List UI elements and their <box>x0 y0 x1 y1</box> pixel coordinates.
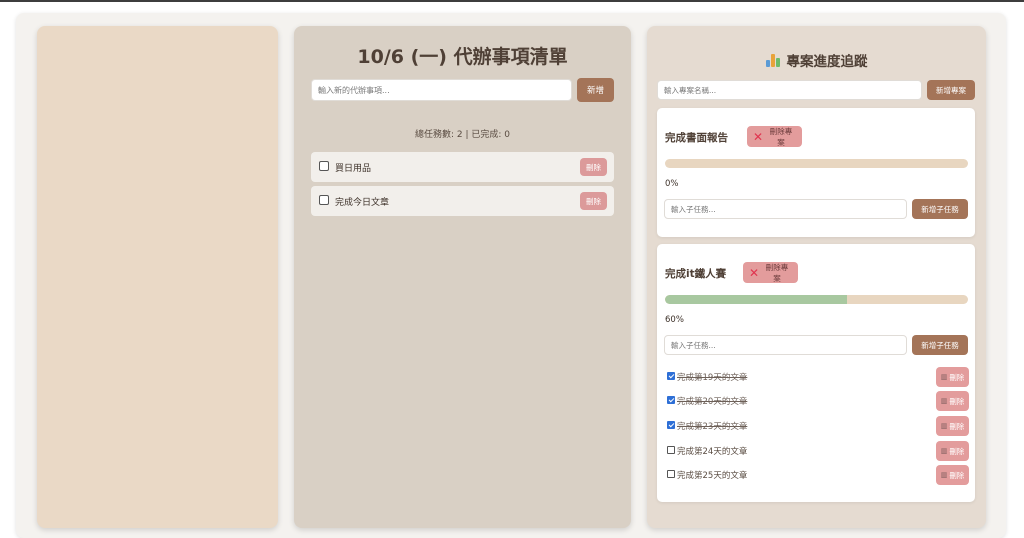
todo-item: 完成今日文章 刪除 <box>311 186 614 216</box>
trash-icon: ▥ <box>940 422 948 430</box>
delete-subtask-label: 刪除 <box>949 470 965 480</box>
todo-title: 10/6 (一) 代辦事項清單 <box>357 46 568 68</box>
subtask-row: 完成第20天的文章 ▥ 刪除 <box>665 391 969 411</box>
subtask-checkbox[interactable] <box>667 421 675 429</box>
add-subtask-button[interactable]: 新增子任務 <box>912 199 968 219</box>
subtask-checkbox[interactable] <box>667 446 675 454</box>
delete-subtask-label: 刪除 <box>949 372 965 382</box>
delete-subtask-button[interactable]: ▥ 刪除 <box>936 465 969 485</box>
subtask-row: 完成第23天的文章 ▥ 刪除 <box>665 416 969 436</box>
delete-subtask-button[interactable]: ▥ 刪除 <box>936 416 969 436</box>
delete-subtask-button[interactable]: ▥ 刪除 <box>936 367 969 387</box>
subtask-input[interactable] <box>664 335 907 355</box>
delete-project-button[interactable]: ✕ 刪除專案 <box>747 126 802 147</box>
todo-checkbox[interactable] <box>319 161 329 171</box>
add-project-button[interactable]: 新增專案 <box>927 80 975 100</box>
subtask-text: 完成第24天的文章 <box>677 447 748 457</box>
delete-subtask-label: 刪除 <box>949 396 965 406</box>
subtask-text: 完成第20天的文章 <box>677 397 748 407</box>
left-panel <box>37 26 278 528</box>
progress-fill <box>665 295 847 304</box>
todo-stats: 總任務數: 2 | 已完成: 0 <box>415 130 510 140</box>
trash-icon: ▥ <box>940 373 948 381</box>
add-subtask-button[interactable]: 新增子任務 <box>912 335 968 355</box>
subtask-checkbox[interactable] <box>667 372 675 380</box>
subtask-row: 完成第25天的文章 ▥ 刪除 <box>665 465 969 485</box>
projects-title: 專案進度追蹤 <box>786 54 868 70</box>
progress-percent: 60% <box>665 315 684 325</box>
todo-checkbox[interactable] <box>319 195 329 205</box>
subtask-checkbox[interactable] <box>667 470 675 478</box>
todo-text: 買日用品 <box>335 164 372 174</box>
subtask-text: 完成第19天的文章 <box>677 373 748 383</box>
projects-heading: 專案進度追蹤 <box>647 50 986 70</box>
project-progress-bar <box>665 159 968 168</box>
project-name-input[interactable] <box>657 80 922 100</box>
bar-chart-icon <box>765 53 781 67</box>
close-icon: ✕ <box>753 129 764 144</box>
delete-project-label: 刪除專案 <box>769 126 793 147</box>
subtask-input[interactable] <box>664 199 907 219</box>
subtask-checkbox[interactable] <box>667 396 675 404</box>
delete-subtask-button[interactable]: ▥ 刪除 <box>936 391 969 411</box>
delete-todo-button[interactable]: 刪除 <box>580 158 607 176</box>
delete-project-label: 刪除專案 <box>765 262 789 283</box>
subtask-text: 完成第23天的文章 <box>677 422 748 432</box>
window-top-border <box>0 0 1024 2</box>
project-name: 完成書面報告 <box>665 132 728 144</box>
close-icon: ✕ <box>749 265 760 280</box>
trash-icon: ▥ <box>940 447 948 455</box>
todo-text: 完成今日文章 <box>335 198 390 208</box>
delete-project-button[interactable]: ✕ 刪除專案 <box>743 262 798 283</box>
subtask-row: 完成第19天的文章 ▥ 刪除 <box>665 367 969 387</box>
progress-percent: 0% <box>665 179 679 189</box>
todo-input[interactable] <box>311 79 572 101</box>
delete-subtask-label: 刪除 <box>949 421 965 431</box>
todo-item: 買日用品 刪除 <box>311 152 614 182</box>
delete-subtask-label: 刪除 <box>949 446 965 456</box>
project-name: 完成it鐵人賽 <box>665 268 727 280</box>
trash-icon: ▥ <box>940 471 948 479</box>
subtask-row: 完成第24天的文章 ▥ 刪除 <box>665 441 969 461</box>
delete-todo-button[interactable]: 刪除 <box>580 192 607 210</box>
project-progress-bar <box>665 295 968 304</box>
subtask-text: 完成第25天的文章 <box>677 471 748 481</box>
delete-subtask-button[interactable]: ▥ 刪除 <box>936 441 969 461</box>
add-todo-button[interactable]: 新增 <box>577 78 614 102</box>
trash-icon: ▥ <box>940 397 948 405</box>
